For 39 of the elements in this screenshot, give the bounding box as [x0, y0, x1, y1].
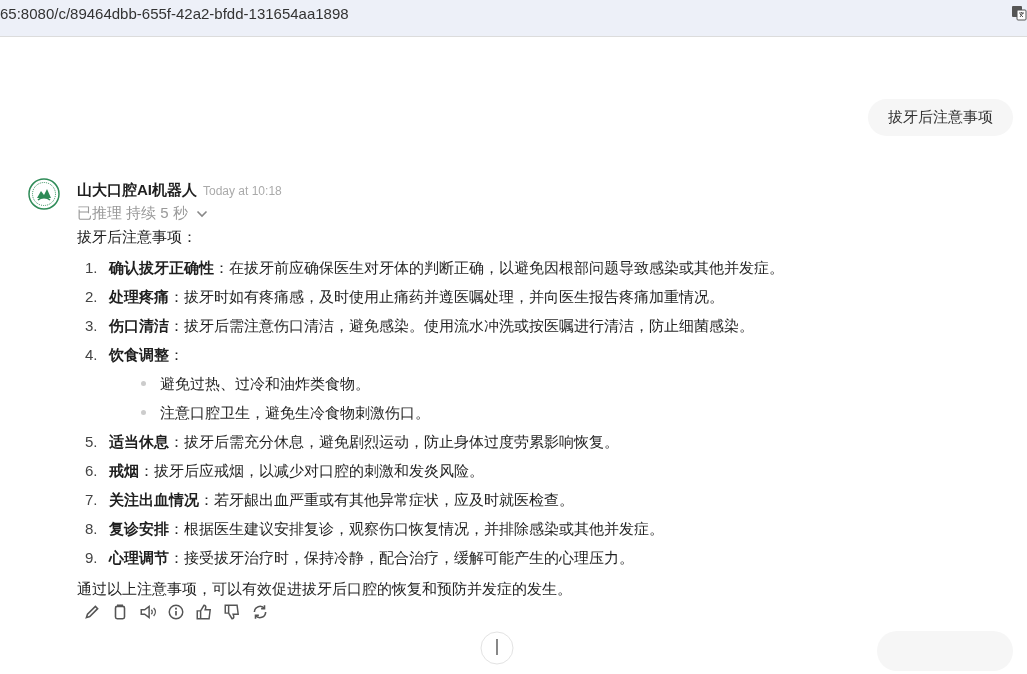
chevron-icon	[195, 209, 208, 218]
list-number: 2.	[85, 287, 99, 307]
bot-name: 山大口腔AI机器人	[77, 181, 197, 200]
thumbs-up-icon[interactable]	[195, 603, 213, 621]
bullet-icon	[141, 381, 146, 386]
user-message: 拔牙后注意事项	[868, 99, 1013, 136]
list-number: 1.	[85, 258, 99, 278]
address-bar[interactable]: 65:8080/c/89464dbb-655f-42a2-bfdd-131654aa1898	[0, 0, 1027, 37]
list-number: 7.	[85, 490, 99, 510]
sub-item-text: 注意口腔卫生，避免生冷食物刺激伤口。	[160, 403, 430, 423]
pencil-icon[interactable]	[83, 603, 101, 621]
list-item-text: 戒烟：拔牙后应戒烟，以减少对口腔的刺激和发炎风险。	[109, 461, 484, 481]
list-number: 8.	[85, 519, 99, 539]
list-item-text: 心理调节：接受拔牙治疗时，保持冷静，配合治疗，缓解可能产生的心理压力。	[109, 548, 634, 568]
list-number: 3.	[85, 316, 99, 336]
scroll-down-icon[interactable]	[480, 631, 514, 665]
logo-icon	[28, 178, 60, 210]
list-item-text: 饮食调整：	[109, 345, 184, 365]
bullet-icon	[141, 410, 146, 415]
conclusion-text: 通过以上注意事项，可以有效促进拔牙后口腔的恢复和预防并发症的发生。	[77, 580, 573, 599]
list-number: 9.	[85, 548, 99, 568]
timestamp: Today at 10:18	[203, 184, 282, 198]
sub-item-text: 避免过热、过冷和油炸类食物。	[160, 374, 370, 394]
list-item-text: 处理疼痛：拔牙时如有疼痛感，及时使用止痛药并遵医嘱处理，并向医生报告疼痛加重情况。	[109, 287, 724, 307]
list-item-text: 关注出血情况：若牙龈出血严重或有其他异常症状，应及时就医检查。	[109, 490, 574, 510]
list-number: 5.	[85, 432, 99, 452]
intro-text: 拔牙后注意事项：	[77, 228, 198, 247]
url-text: 65:8080/c/89464dbb-655f-42a2-bfdd-131654aa1898	[0, 4, 349, 22]
list-number: 6.	[85, 461, 99, 481]
list-item-text: 确认拔牙正确性：在拔牙前应确保医生对牙体的判断正确，以避免因根部问题导致感染或其他并发症。	[109, 258, 784, 278]
speaker-icon[interactable]	[139, 603, 157, 621]
list-item-text: 复诊安排：根据医生建议安排复诊，观察伤口恢复情况，并排除感染或其他并发症。	[109, 519, 664, 539]
translate-icon[interactable]	[1011, 5, 1027, 21]
list-item-text: 伤口清洁：拔牙后需注意伤口清洁，避免感染。使用流水冲洗或按医嘱进行清洁，防止细菌感染。	[109, 316, 754, 336]
thumbs-down-icon[interactable]	[223, 603, 241, 621]
list-number: 4.	[85, 345, 99, 365]
refresh-icon[interactable]	[251, 603, 269, 621]
info-icon[interactable]	[167, 603, 185, 621]
list-item-text: 适当休息：拔牙后需充分休息，避免剧烈运动，防止身体过度劳累影响恢复。	[109, 432, 619, 452]
